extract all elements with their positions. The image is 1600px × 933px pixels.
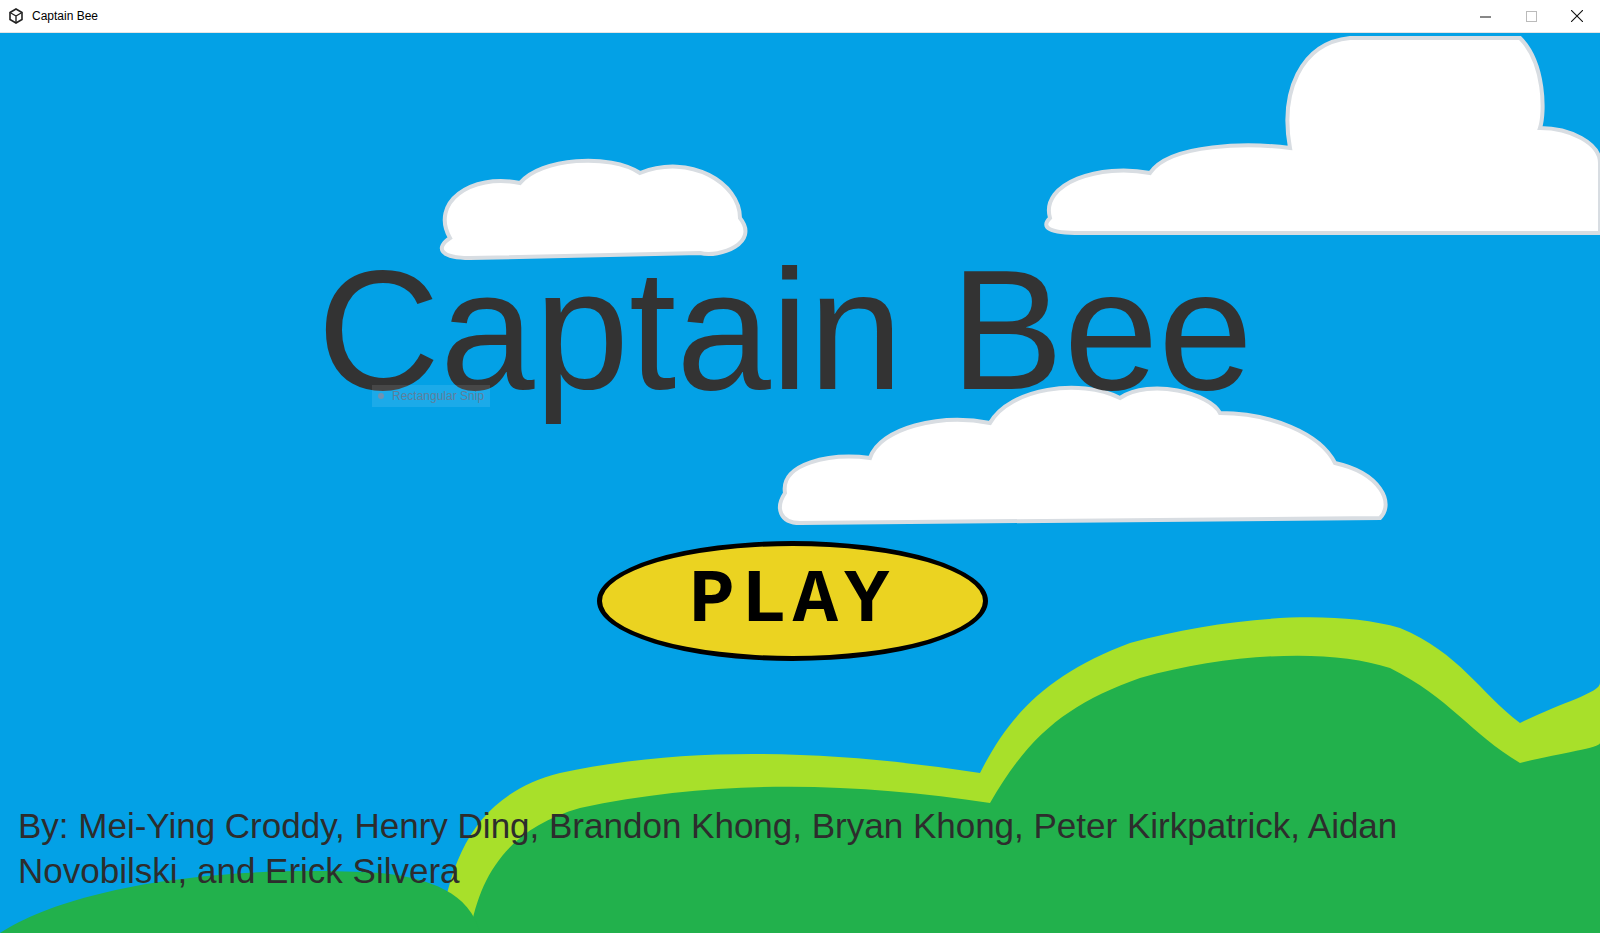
window-title: Captain Bee — [32, 7, 98, 25]
minimize-icon — [1480, 11, 1491, 22]
hill-dark — [470, 656, 1600, 933]
window-controls — [1462, 0, 1600, 32]
maximize-button[interactable] — [1508, 0, 1554, 32]
hill-light — [440, 617, 1600, 933]
close-button[interactable] — [1554, 0, 1600, 32]
cloud-left — [442, 161, 746, 258]
game-screen: Captain BeePLAYBy: Mei-Ying Croddy, Henr… — [0, 33, 1600, 933]
maximize-icon — [1526, 11, 1537, 22]
scenery-drawing — [0, 33, 1600, 933]
tooltip-text: Rectangular Snip — [392, 387, 484, 405]
title-bar: Captain Bee — [0, 0, 1600, 33]
tooltip-dot-icon — [378, 393, 384, 399]
play-button[interactable]: PLAY — [597, 541, 988, 661]
credits: By: Mei-Ying Croddy, Henry Ding, Brandon… — [18, 803, 1458, 893]
minimize-button[interactable] — [1462, 0, 1508, 32]
unity-logo-icon — [8, 8, 24, 24]
snip-tooltip: Rectangular Snip — [372, 385, 490, 407]
close-icon — [1571, 10, 1583, 22]
play-button-label: PLAY — [689, 563, 895, 639]
cloud-top-right — [1046, 38, 1600, 233]
menu-content: Captain BeePLAYBy: Mei-Ying Croddy, Henr… — [0, 33, 1600, 933]
app-window: Captain Bee Captain BeePLAYBy: Mei-Ying C… — [0, 0, 1600, 933]
